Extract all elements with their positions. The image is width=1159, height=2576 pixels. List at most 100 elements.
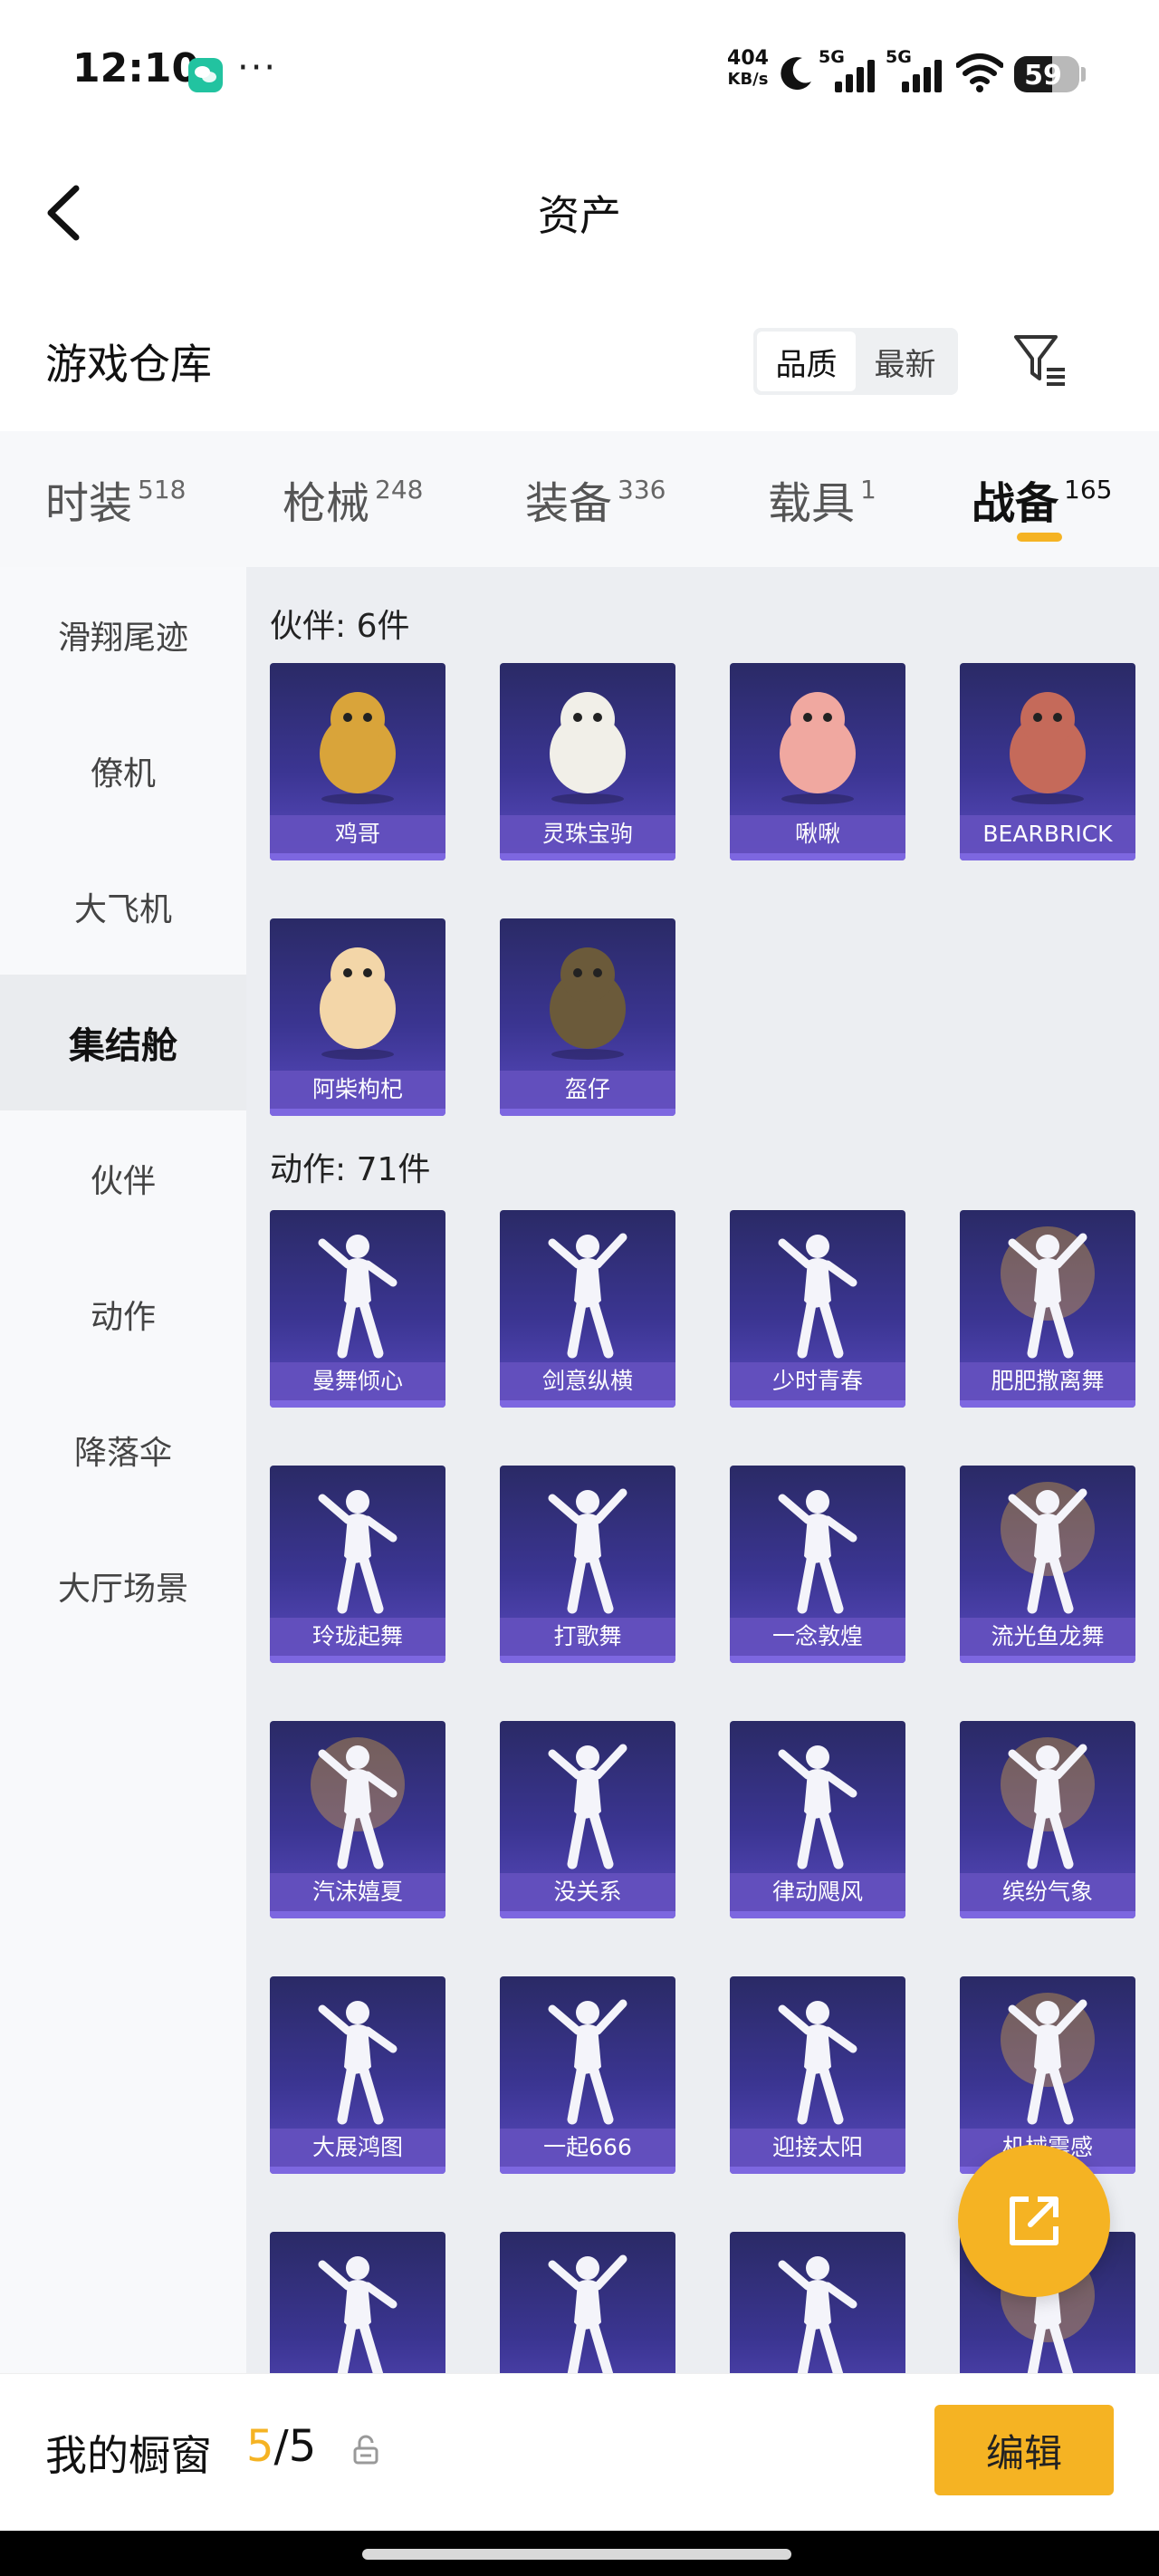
emote-card[interactable]: [270, 2232, 445, 2373]
signal-icon-2: 5G: [886, 47, 945, 92]
sidebar-item-big-plane[interactable]: 大飞机: [0, 839, 246, 975]
partner-card[interactable]: 盔仔: [500, 918, 675, 1116]
wifi-icon: [956, 53, 1003, 92]
card-label: 肥肥撒离舞: [960, 1362, 1135, 1400]
emote-card[interactable]: 打歌舞: [500, 1466, 675, 1663]
sidebar-item-partner[interactable]: 伙伴: [0, 1110, 246, 1246]
card-label: 缤纷气象: [960, 1873, 1135, 1911]
dance-pose-icon: [1001, 1482, 1095, 1614]
showcase-label: 我的橱窗: [45, 2431, 212, 2480]
warehouse-header: 游戏仓库 品质 最新: [0, 281, 1159, 431]
emote-card[interactable]: 没关系: [500, 1721, 675, 1918]
dance-pose-icon: [778, 1235, 857, 1359]
partner-figure-icon: [1010, 692, 1086, 804]
card-label: 剑意纵横: [500, 1362, 675, 1400]
card-label: 曼舞倾心: [270, 1362, 445, 1400]
sidebar: 滑翔尾迹 僚机 大飞机 集结舱 伙伴 动作 降落伞 大厅场景: [0, 567, 246, 2373]
emote-card[interactable]: 缤纷气象: [960, 1721, 1135, 1918]
card-label: 盔仔: [500, 1071, 675, 1109]
network-speed-unit: KB/s: [727, 70, 769, 89]
filter-icon[interactable]: [1012, 332, 1068, 388]
partner-card[interactable]: 啾啾: [730, 663, 905, 860]
card-label: 灵珠宝驹: [500, 815, 675, 853]
dance-pose-icon: [1001, 1737, 1095, 1870]
card-label: 大展鸿图: [270, 2129, 445, 2167]
moon-icon: [781, 57, 811, 91]
card-label: 一起666: [500, 2129, 675, 2167]
external-link-icon: [1010, 2196, 1058, 2245]
emote-card[interactable]: 一起666: [500, 1976, 675, 2174]
sidebar-item-parachute[interactable]: 降落伞: [0, 1382, 246, 1518]
showcase-bar: 我的橱窗 5/5 编辑: [0, 2373, 1159, 2531]
sidebar-item-wingman[interactable]: 僚机: [0, 703, 246, 839]
share-fab-button[interactable]: [958, 2145, 1110, 2297]
dance-pose-icon: [548, 2254, 627, 2373]
partner-figure-icon: [550, 692, 626, 804]
emote-card[interactable]: [730, 2232, 905, 2373]
status-bar: 12:10 ··· 404 KB/s 5G 5G 59: [0, 0, 1159, 145]
card-label: 啾啾: [730, 815, 905, 853]
card-label: 流光鱼龙舞: [960, 1618, 1135, 1656]
network-speed-value: 404: [727, 47, 769, 70]
partner-figure-icon: [550, 947, 626, 1060]
nav-bar: 资产: [0, 145, 1159, 281]
status-time: 12:10: [72, 45, 200, 91]
tab-vehicles[interactable]: 载具 1: [768, 467, 876, 531]
card-label: 打歌舞: [500, 1618, 675, 1656]
item-grid: 伙伴: 6件 动作: 71件 鸡哥 灵珠宝驹 啾啾 BEARBRICK 阿柴枸杞 盔仔 曼舞…: [246, 567, 1159, 2373]
dance-pose-icon: [1001, 1993, 1095, 2125]
tab-fashion[interactable]: 时装 518: [45, 467, 186, 531]
emote-card[interactable]: 剑意纵横: [500, 1210, 675, 1408]
emote-card[interactable]: 少时青春: [730, 1210, 905, 1408]
card-label: 没关系: [500, 1873, 675, 1911]
partner-card[interactable]: 鸡哥: [270, 663, 445, 860]
emote-card[interactable]: 曼舞倾心: [270, 1210, 445, 1408]
partner-card[interactable]: BEARBRICK: [960, 663, 1135, 860]
emote-card[interactable]: 一念敦煌: [730, 1466, 905, 1663]
tab-combat-gear[interactable]: 战备 165: [972, 467, 1112, 531]
sidebar-item-glide-trail[interactable]: 滑翔尾迹: [0, 567, 246, 703]
sidebar-item-lobby-scene[interactable]: 大厅场景: [0, 1518, 246, 1654]
partner-card[interactable]: 阿柴枸杞: [270, 918, 445, 1116]
emote-card[interactable]: 律动飓风: [730, 1721, 905, 1918]
card-label: 鸡哥: [270, 815, 445, 853]
emote-card[interactable]: 机械震感: [960, 1976, 1135, 2174]
card-label: 汽沫嬉夏: [270, 1873, 445, 1911]
battery-icon: 59: [1014, 56, 1079, 92]
dance-pose-icon: [548, 1233, 627, 1359]
sort-toggle: 品质 最新: [753, 328, 958, 395]
more-notifications-icon: ···: [237, 47, 278, 89]
home-gesture-bar[interactable]: [362, 2549, 791, 2560]
signal-icon-1: 5G: [819, 47, 878, 92]
dance-pose-icon: [318, 2001, 398, 2125]
tab-guns[interactable]: 枪械 248: [283, 467, 423, 531]
emote-card[interactable]: 汽沫嬉夏: [270, 1721, 445, 1918]
dance-pose-icon: [778, 1490, 857, 1614]
emote-card[interactable]: 迎接太阳: [730, 1976, 905, 2174]
dance-pose-icon: [318, 2256, 398, 2373]
network-speed: 404 KB/s: [723, 49, 773, 88]
sort-quality-option[interactable]: 品质: [757, 332, 856, 391]
emote-card[interactable]: 肥肥撒离舞: [960, 1210, 1135, 1408]
edit-button[interactable]: 编辑: [934, 2405, 1114, 2495]
active-tab-indicator: [1017, 533, 1062, 542]
partner-card[interactable]: 灵珠宝驹: [500, 663, 675, 860]
dance-pose-icon: [778, 1745, 857, 1870]
sort-newest-option[interactable]: 最新: [856, 332, 954, 391]
sidebar-item-assembly-pod[interactable]: 集结舱: [0, 975, 246, 1110]
partner-figure-icon: [320, 692, 396, 804]
card-label: 律动飓风: [730, 1873, 905, 1911]
emote-card[interactable]: 玲珑起舞: [270, 1466, 445, 1663]
category-tabs: 时装 518 枪械 248 装备 336 载具 1 战备 165: [0, 431, 1159, 567]
emote-card[interactable]: 流光鱼龙舞: [960, 1466, 1135, 1663]
assets-page: 12:10 ··· 404 KB/s 5G 5G 59 资产 游戏仓库 品质 最…: [0, 0, 1159, 2576]
warehouse-title: 游戏仓库: [45, 340, 212, 389]
battery-percent: 59: [1024, 60, 1062, 91]
emote-card[interactable]: 大展鸿图: [270, 1976, 445, 2174]
sidebar-item-emote[interactable]: 动作: [0, 1246, 246, 1382]
partner-figure-icon: [780, 692, 856, 804]
tab-equipment[interactable]: 装备 336: [525, 467, 666, 531]
card-label: 玲珑起舞: [270, 1618, 445, 1656]
emote-card[interactable]: [500, 2232, 675, 2373]
card-label: 阿柴枸杞: [270, 1071, 445, 1109]
